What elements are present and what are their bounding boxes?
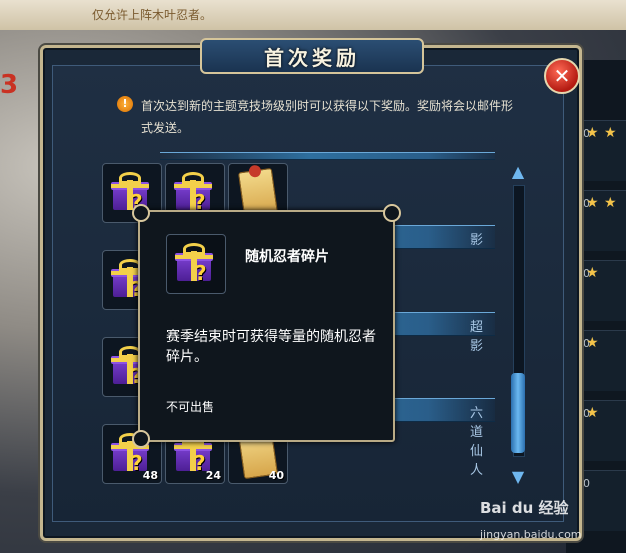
scroll-up-button[interactable]: ▲ (509, 164, 527, 180)
tooltip-description: 赛季结束时可获得等量的随机忍者碎片。 (166, 329, 376, 365)
top-banner: 仅允许上阵木叶忍者。 (0, 0, 626, 30)
baidu-watermark: Bai du 经验 (480, 499, 569, 517)
banner-text: 仅允许上阵木叶忍者。 (92, 8, 213, 22)
tooltip-corner-ornament (132, 204, 150, 222)
item-tooltip: ? 随机忍者碎片 赛季结束时可获得等量的随机忍者碎片。 不可出售 (132, 204, 401, 448)
star-icon: ★ (604, 195, 617, 211)
scroll-down-button[interactable]: ▼ (509, 469, 527, 485)
star-icon: ★ (586, 265, 599, 281)
scrollbar-thumb[interactable] (511, 373, 525, 453)
star-icon: ★ (604, 125, 617, 141)
close-button[interactable]: ✕ (544, 58, 580, 94)
dialog-title-bar: 首次奖励 (200, 38, 424, 74)
left-red-mark: 3 (0, 70, 19, 100)
star-icon: ★ (586, 335, 599, 351)
notice-icon: ! (117, 96, 133, 112)
row-label: 六道仙人 (470, 406, 484, 478)
tooltip-corner-ornament (132, 430, 150, 448)
star-icon: ★ (586, 195, 599, 211)
star-icon: ★ (586, 125, 599, 141)
watermark-url: jingyan.baidu.com (480, 528, 582, 541)
reward-row-header (160, 152, 495, 160)
tooltip-item-icon: ? (166, 234, 226, 294)
dialog-title: 首次奖励 (264, 45, 360, 70)
star-icon: ★ (586, 405, 599, 421)
gift-box-icon: ? (174, 172, 214, 214)
gift-box-icon: ? (175, 243, 215, 285)
tooltip-title: 随机忍者碎片 (245, 249, 329, 265)
tooltip-corner-ornament (383, 204, 401, 222)
row-label: 超影 (470, 320, 484, 354)
notice-text: 首次达到新的主题竞技场级别时可以获得以下奖励。奖励将会以邮件形式发送。 (141, 99, 514, 135)
tooltip-note: 不可出售 (166, 400, 215, 414)
row-label: 影 (470, 233, 484, 248)
